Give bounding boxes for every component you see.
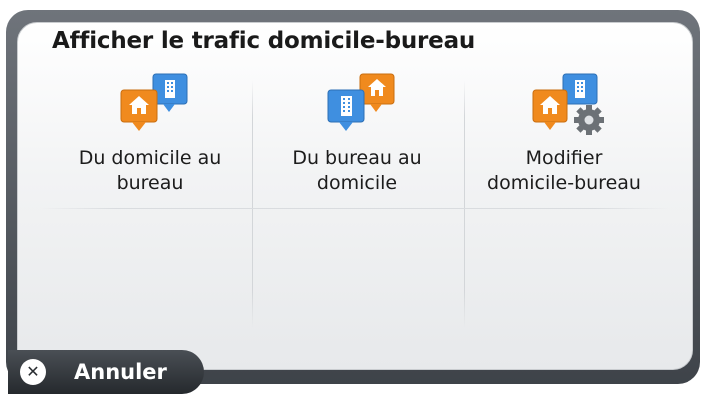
option-label: Du domicile au bureau [50,146,250,196]
option-label-line: domicile [316,172,398,194]
option-label: Modifier domicile-bureau [464,146,664,196]
screen: Afficher le trafic domicile-bureau Du do… [0,0,706,401]
option-label-line: bureau [116,172,184,194]
option-home-to-office[interactable]: Du domicile au bureau [50,66,250,206]
option-label-line: Du domicile au [78,147,222,169]
office-to-home-icon [312,72,402,142]
option-edit-commute[interactable]: Modifier domicile-bureau [464,66,664,206]
option-label-line: Du bureau au [292,147,422,169]
grid-divider [40,208,670,209]
option-label: Du bureau au domicile [257,146,457,196]
dialog-title: Afficher le trafic domicile-bureau [52,28,476,54]
cancel-button[interactable]: ✕ Annuler [8,350,204,394]
home-to-office-icon [105,72,195,142]
close-icon: ✕ [20,359,46,385]
edit-commute-icon [519,72,609,142]
grid-divider [252,80,253,328]
option-office-to-home[interactable]: Du bureau au domicile [257,66,457,206]
option-label-line: Modifier [525,147,603,169]
cancel-label: Annuler [74,360,167,384]
option-label-line: domicile-bureau [487,172,641,194]
